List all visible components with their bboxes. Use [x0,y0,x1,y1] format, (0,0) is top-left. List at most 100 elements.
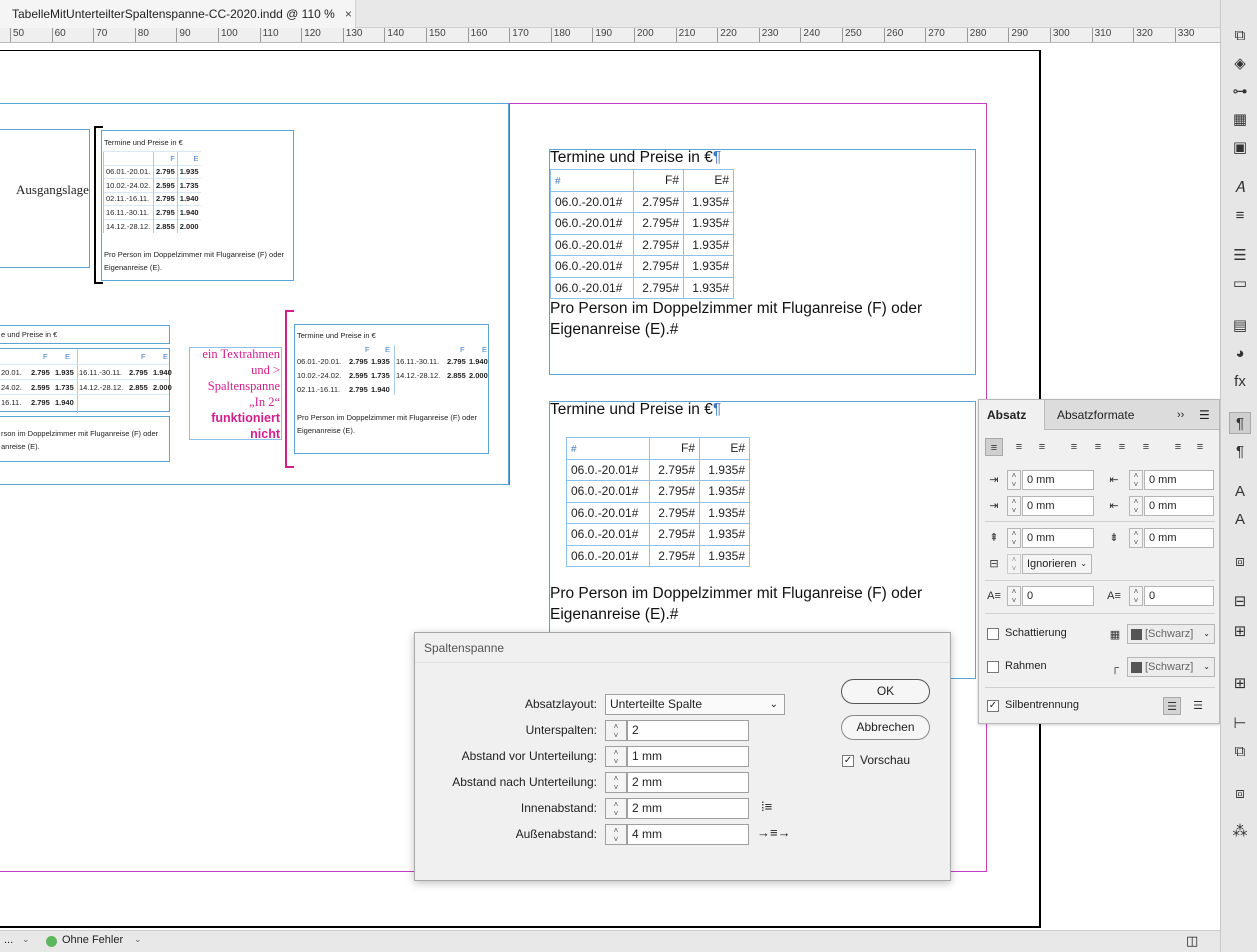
aussenabstand-field[interactable]: 4 mm [627,824,749,845]
preview-checkbox[interactable]: ✓ [842,755,854,767]
panel-menu-icon[interactable]: ☰ [1199,400,1210,430]
align-right-icon[interactable]: ≡ [1033,438,1051,456]
pathfinder-icon[interactable]: ⧉ [1229,740,1251,762]
ok-button[interactable]: OK [841,679,930,704]
split-window-icon[interactable]: ◫ [1186,933,1198,949]
horizontal-ruler[interactable]: 50 60 70 80 90 100 110 120 130 140 150 160 170 180 190… [0,28,1220,43]
hyphenation-checkbox[interactable]: ✓ [987,700,999,712]
last-line-stepper[interactable]: ˄ ˅ [1129,496,1143,516]
close-icon[interactable]: × [345,7,352,21]
single-line-composer-icon[interactable]: ☰ [1163,697,1181,715]
chevron-down-icon[interactable]: ⌄ [22,934,30,945]
space-before-field[interactable]: 0 mm [1022,528,1094,548]
layers-icon[interactable]: ◈ [1229,52,1251,74]
align-away-spine-icon[interactable]: ≡ [1191,438,1209,456]
border-checkbox[interactable] [987,661,999,673]
paragraph-icon[interactable]: ¶ [1229,412,1251,434]
justify-all-icon[interactable]: ≡ [1137,438,1155,456]
character-styles-icon[interactable]: 𝐴 [1229,176,1251,198]
border-color-select[interactable]: [Schwarz] ⌄ [1127,657,1215,677]
innenabstand-field[interactable]: 2 mm [627,798,749,819]
table-styles-icon[interactable]: ⊟ [1229,590,1251,612]
space-before-stepper[interactable]: ˄ ˅ [1007,528,1021,548]
last-line-field[interactable]: 0 mm [1144,496,1214,516]
dropcap-lines-stepper[interactable]: ˄ ˅ [1007,586,1021,606]
space-after-field[interactable]: 0 mm [1144,528,1214,548]
panel-expand-icon[interactable]: ›› [1177,400,1184,430]
ruler-tick: 130 [342,28,362,42]
justify-right-icon[interactable]: ≡ [1113,438,1131,456]
effects-icon[interactable]: fx [1229,370,1251,392]
first-line-stepper[interactable]: ˄ ˅ [1007,496,1021,516]
cell-styles-icon[interactable]: ⊞ [1229,620,1251,642]
right-indent-icon: ⇤ [1109,474,1119,486]
unterspalten-stepper[interactable]: ˄ ˅ [605,720,627,741]
ausgangslage-frame [0,129,90,268]
right-indent-stepper[interactable]: ˄ ˅ [1129,470,1143,490]
abstand-nach-stepper[interactable]: ˄ ˅ [605,772,627,793]
align-center-icon[interactable]: ≡ [1010,438,1028,456]
align-icon[interactable]: ≡ [1229,204,1251,226]
shading-color-select[interactable]: [Schwarz] ⌄ [1127,624,1215,644]
abstand-vor-field[interactable]: 1 mm [627,746,749,767]
absatzlayout-select[interactable]: Unterteilte Spalte ⌄ [605,694,785,715]
innenabstand-stepper[interactable]: ˄ ˅ [605,798,627,819]
grid-align-stepper[interactable]: ˄ ˅ [1007,554,1021,574]
align-spine-icon[interactable]: ≡ [1169,438,1187,456]
abstand-vor-stepper[interactable]: ˄ ˅ [605,746,627,767]
object-styles-icon[interactable]: ⧈ [1229,782,1251,804]
space-after-stepper[interactable]: ˄ ˅ [1129,528,1143,548]
aussenabstand-stepper[interactable]: ˄ ˅ [605,824,627,845]
scripts-icon[interactable]: ⁂ [1229,820,1251,842]
table-row: 06.0.-20.01# 2.795# 1.935# [566,523,750,546]
table-icon[interactable]: ⊞ [1229,672,1251,694]
tab-absatzformate[interactable]: Absatzformate [1057,400,1134,430]
paragraph-styles-icon[interactable]: ¶ [1229,440,1251,462]
tab-absatz[interactable]: Absatz [979,400,1045,430]
ruler-tick: 240 [800,28,820,42]
table-1[interactable]: # F# E# 06.0.-20.01# 2.795# 1.935# 06.0.-20.… [550,169,734,299]
shading-swatch-icon[interactable]: ▦ [1106,626,1124,644]
ruler-tick: 150 [426,28,446,42]
table-2[interactable]: # F# E# 06.0.-20.01# 2.795# 1.935# 06.0.-20.… [566,437,750,567]
shading-checkbox[interactable] [987,628,999,640]
outside-gutter-icon: →≡→ [757,825,791,840]
document-tab[interactable]: TabelleMitUnterteilterSpaltenspanne-CC-2… [0,0,356,28]
gradient-icon[interactable]: ▭ [1229,272,1251,294]
first-line-field[interactable]: 0 mm [1022,496,1094,516]
ruler-tick: 70 [93,28,107,42]
align-left-icon[interactable]: ≡ [985,438,1003,456]
preflight-menu-icon[interactable]: ⌄ [134,934,142,945]
grid-align-select[interactable]: Ignorieren ⌄ [1022,554,1092,574]
stroke-icon[interactable]: ▣ [1229,136,1251,158]
swatches-icon[interactable]: ▦ [1229,108,1251,130]
color-icon[interactable]: ◕ [1229,342,1251,364]
text-wrap-icon[interactable]: ▤ [1229,314,1251,336]
preflight-status[interactable]: Ohne Fehler [62,934,123,946]
justify-center-icon[interactable]: ≡ [1089,438,1107,456]
unterspalten-field[interactable]: 2 [627,720,749,741]
abstand-nach-field[interactable]: 2 mm [627,772,749,793]
text-frame-1[interactable]: Termine und Preise in €¶ # F# E# 06.0.-20.… [549,149,976,375]
dropcap-chars-field[interactable]: 0 [1144,586,1214,606]
glyphs-icon[interactable]: A [1229,508,1251,530]
transform-icon[interactable]: ⧈ [1229,550,1251,572]
multi-line-composer-icon[interactable]: ☰ [1189,697,1207,715]
cancel-button[interactable]: Abbrechen [841,715,930,740]
dropcap-chars-stepper[interactable]: ˄ ˅ [1129,586,1143,606]
character-icon[interactable]: A [1229,480,1251,502]
inside-gutter-icon: ⁞≡ [761,799,773,814]
ruler-tick: 50 [10,28,24,42]
dropcap-lines-field[interactable]: 0 [1022,586,1094,606]
small-table: FE 06.01.-20.01. 2.795 1.935 10.02.-24.02.… [103,151,201,233]
left-indent-stepper[interactable]: ˄ ˅ [1007,470,1021,490]
left-indent-field[interactable]: 0 mm [1022,470,1094,490]
right-indent-field[interactable]: 0 mm [1144,470,1214,490]
border-swatch-icon[interactable]: ┌ [1106,659,1124,677]
justify-left-icon[interactable]: ≡ [1065,438,1083,456]
links-icon[interactable]: ⊶ [1229,80,1251,102]
pages-icon[interactable]: ⧉ [1229,24,1251,46]
lines-icon[interactable]: ☰ [1229,244,1251,266]
table1-note: Pro Person im Doppelzimmer mit Fluganrei… [550,300,923,338]
align-objects-icon[interactable]: ⊢ [1229,712,1251,734]
